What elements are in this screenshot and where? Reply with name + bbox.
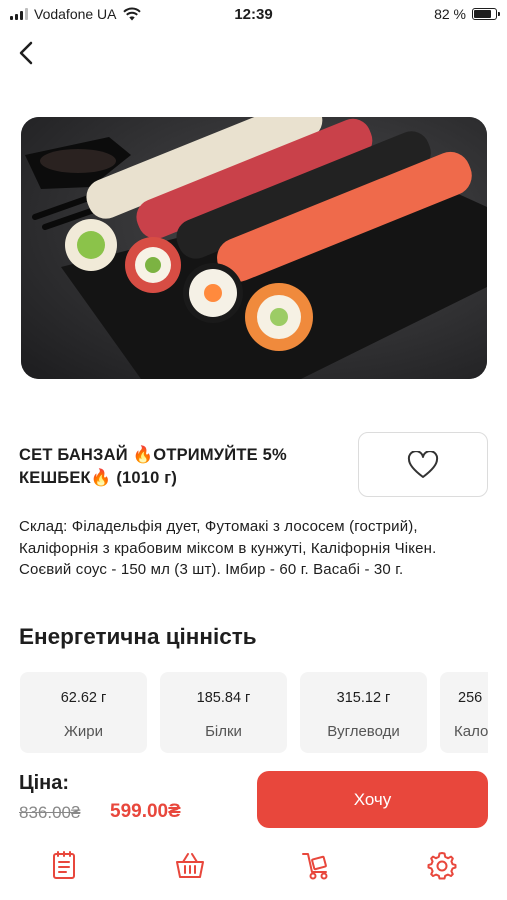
battery-icon [472, 8, 500, 20]
nutrition-label: Вуглеводи [327, 723, 400, 740]
tab-menu[interactable] [47, 848, 81, 882]
nutrition-label: Білки [205, 723, 242, 740]
nutrition-value: 62.62 г [60, 690, 107, 706]
delivery-icon [302, 853, 328, 880]
product-composition: Склад: Філадельфія дует, Футомакі з лосо… [19, 518, 437, 578]
nutrition-value: 185.84 г [196, 690, 251, 706]
tab-delivery[interactable] [299, 848, 333, 882]
tab-settings[interactable] [425, 848, 459, 882]
status-time: 12:39 [234, 6, 273, 23]
nutrition-card-carbs: 315.12 г Вуглеводи [300, 672, 427, 753]
product-image [21, 117, 487, 379]
favorite-button[interactable] [358, 432, 488, 497]
sushi-set-photo [21, 117, 487, 379]
tab-basket[interactable] [173, 848, 207, 882]
nutrition-card-protein: 185.84 г Білки [160, 672, 287, 753]
heart-icon [407, 450, 439, 478]
nutrition-card-calories: 256 Кало [440, 672, 488, 753]
product-title: СЕТ БАНЗАЙ 🔥ОТРИМУЙТЕ 5% КЕШБЕК🔥 (1010 г… [19, 446, 287, 487]
nutrition-label: Жири [64, 723, 103, 740]
price-label: Ціна: [19, 772, 70, 794]
new-price: 599.00₴ [110, 801, 181, 822]
nutrition-value: 256 [458, 690, 483, 706]
back-button[interactable] [12, 38, 40, 68]
battery-percent: 82 % [434, 6, 466, 22]
nutrition-label: Кало [454, 723, 488, 740]
menu-icon [53, 851, 75, 879]
basket-icon [176, 853, 204, 878]
status-bar: Vodafone UA 12:39 82 % [0, 0, 507, 30]
battery-level [474, 10, 492, 18]
nutrition-list[interactable]: 62.62 г Жири 185.84 г Білки 315.12 г Вуг… [20, 672, 488, 753]
nutrition-card-fat: 62.62 г Жири [20, 672, 147, 753]
energy-title: Енергетична цінність [19, 624, 257, 649]
old-price: 836.00₴ [19, 803, 81, 822]
chevron-left-icon [19, 41, 33, 65]
tab-bar [0, 838, 507, 894]
want-button[interactable]: Хочу [257, 771, 488, 828]
gear-icon [427, 852, 457, 880]
nutrition-value: 315.12 г [336, 690, 391, 706]
